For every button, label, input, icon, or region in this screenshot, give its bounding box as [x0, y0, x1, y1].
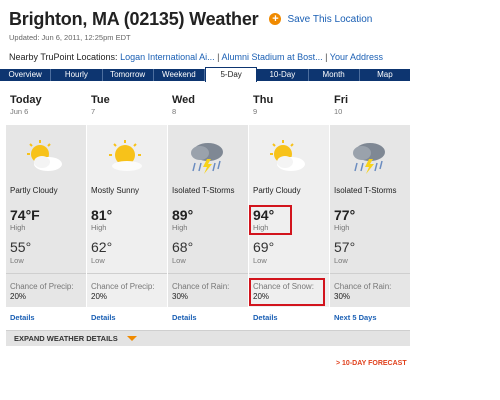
high-label: High [334, 223, 350, 232]
ten-day-forecast-link[interactable]: > 10-DAY FORECAST [336, 360, 407, 367]
low-temp: 69° [253, 239, 275, 255]
low-label: Low [91, 256, 105, 265]
day-date: 10 [334, 107, 343, 116]
high-label: High [10, 223, 26, 232]
day-name: Wed [172, 94, 196, 106]
condition-label: Partly Cloudy [10, 186, 58, 195]
day-name: Tue [91, 94, 110, 106]
day-date: 7 [91, 107, 96, 116]
separator: | [217, 52, 220, 62]
precip-label: Chance of Precip: [91, 282, 155, 291]
high-temp: 77° [334, 207, 356, 223]
precip-value: 30% [334, 292, 351, 301]
partly-cloudy-icon [27, 140, 62, 171]
condition-label: Partly Cloudy [253, 186, 301, 195]
low-temp: 68° [172, 239, 194, 255]
tab-5-day[interactable]: 5-Day [205, 67, 258, 82]
chevron-down-icon [127, 336, 137, 341]
nearby-locations: Nearby TruPoint Locations: Logan Interna… [9, 52, 409, 66]
low-temp: 55° [10, 239, 32, 255]
low-temp: 57° [334, 239, 356, 255]
tab-overview[interactable]: Overview [0, 69, 52, 81]
tab-map[interactable]: Map [360, 69, 410, 81]
mostly-sunny-icon [109, 140, 142, 171]
precip-label: Chance of Rain: [172, 282, 230, 291]
low-label: Low [172, 256, 186, 265]
precip-value: 30% [172, 292, 189, 301]
day-date: 9 [253, 107, 258, 116]
highlight-box-high-temp [249, 205, 292, 235]
forecast-day: Fri 10 Isolated T-Storms 77° High 57° Lo… [330, 85, 410, 328]
low-label: Low [253, 256, 267, 265]
partly-cloudy-icon [270, 140, 305, 171]
high-temp: 81° [91, 207, 113, 223]
forecast-tabs: Overview Hourly Tomorrow Weekend 5-Day 1… [0, 67, 410, 82]
precip-value: 20% [10, 292, 27, 301]
tab-10-day[interactable]: 10-Day [257, 69, 309, 81]
high-temp: 74°F [10, 207, 40, 223]
tab-weekend[interactable]: Weekend [154, 69, 205, 81]
high-label: High [91, 223, 107, 232]
details-link[interactable]: Details [87, 307, 167, 328]
tab-hourly[interactable]: Hourly [51, 69, 103, 81]
tab-month[interactable]: Month [309, 69, 360, 81]
forecast-day: Today Jun 6 Partly Cloudy 74°F High 55° … [6, 85, 86, 328]
header: Brighton, MA (02135) Weather + Save This… [9, 8, 409, 66]
separator: | [325, 52, 328, 62]
nearby-link-your-address[interactable]: Your Address [330, 52, 383, 62]
forecast-day: Wed 8 Isolated T-Storms 89° High 68° Low… [168, 85, 248, 328]
day-date: Jun 6 [10, 107, 29, 116]
condition-label: Isolated T-Storms [334, 186, 397, 195]
nearby-link-alumni-stadium[interactable]: Alumni Stadium at Bost... [222, 52, 323, 62]
expand-label: EXPAND WEATHER DETAILS [14, 334, 118, 343]
page-title: Brighton, MA (02135) Weather [9, 8, 259, 29]
low-label: Low [10, 256, 24, 265]
high-temp: 89° [172, 207, 194, 223]
low-temp: 62° [91, 239, 113, 255]
forecast-day: Tue 7 Mostly Sunny 81° High 62° Low Chan… [87, 85, 167, 328]
updated-timestamp: Updated: Jun 6, 2011, 12:25pm EDT [9, 33, 131, 42]
day-name: Today [10, 94, 42, 106]
details-link[interactable]: Details [168, 307, 248, 328]
low-label: Low [334, 256, 348, 265]
tab-tomorrow[interactable]: Tomorrow [103, 69, 154, 81]
precip-label: Chance of Rain: [334, 282, 392, 291]
expand-weather-details-button[interactable]: EXPAND WEATHER DETAILS [6, 330, 410, 346]
high-label: High [172, 223, 188, 232]
nearby-link-logan[interactable]: Logan International Ai... [120, 52, 215, 62]
precip-value: 20% [91, 292, 108, 301]
day-name: Fri [334, 94, 349, 106]
save-location-link[interactable]: Save This Location [287, 14, 372, 25]
precip-label: Chance of Precip: [10, 282, 74, 291]
details-link[interactable]: Details [249, 307, 329, 328]
forecast-day: Thu 9 Partly Cloudy 94° High 69° Low Cha… [249, 85, 329, 328]
day-name: Thu [253, 94, 274, 106]
condition-label: Mostly Sunny [91, 186, 140, 195]
condition-label: Isolated T-Storms [172, 186, 235, 195]
add-location-icon[interactable]: + [269, 13, 282, 25]
isolated-tstorms-icon [191, 143, 223, 174]
next-5-days-link[interactable]: Next 5 Days [330, 307, 410, 328]
day-date: 8 [172, 107, 177, 116]
forecast-grid: Today Jun 6 Partly Cloudy 74°F High 55° … [6, 85, 410, 328]
highlight-box-precip [249, 278, 325, 306]
nearby-label: Nearby TruPoint Locations: [9, 52, 118, 62]
isolated-tstorms-icon [353, 143, 385, 174]
details-link[interactable]: Details [6, 307, 86, 328]
